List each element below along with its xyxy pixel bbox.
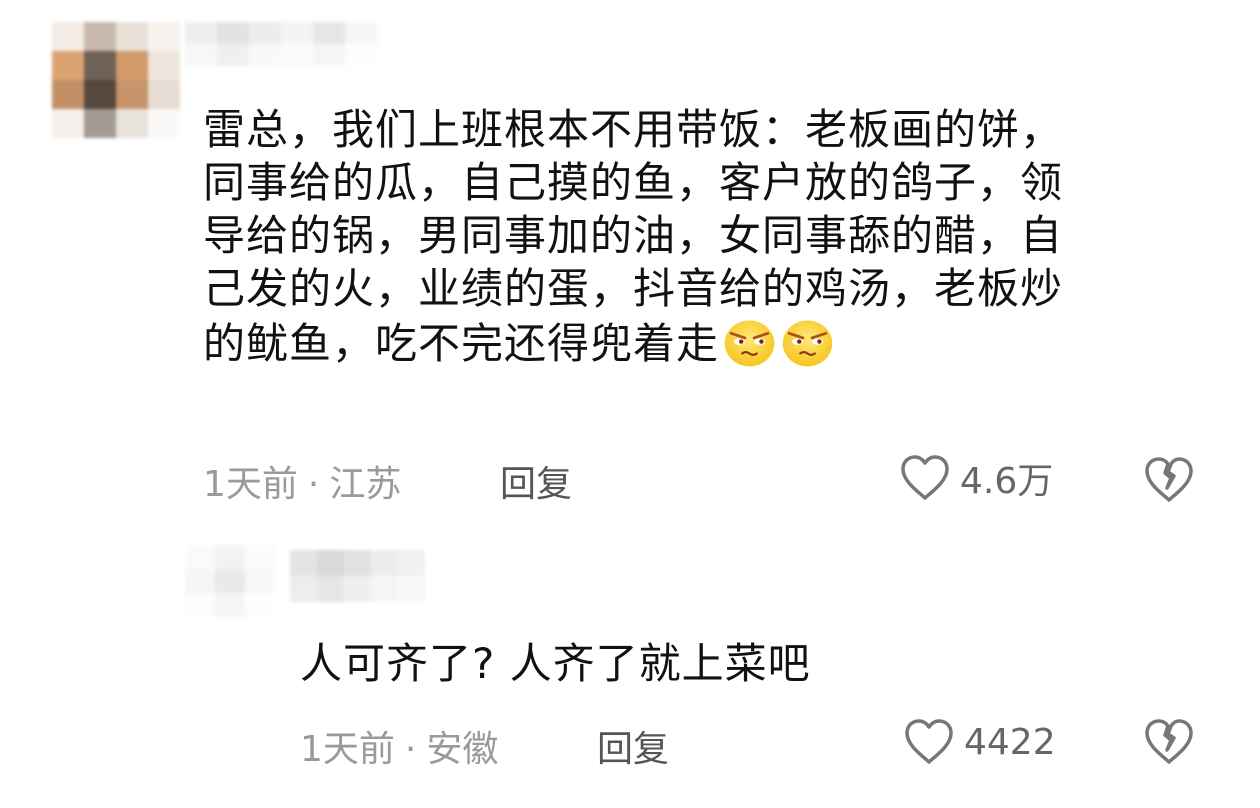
- meta-separator: ·: [307, 464, 320, 505]
- avatar[interactable]: [185, 545, 275, 617]
- comment-meta: 1天前 · 江苏: [203, 455, 401, 507]
- heart-outline-icon: [901, 455, 949, 500]
- username[interactable]: [185, 22, 377, 66]
- like-count: 4.6万: [960, 461, 1054, 502]
- comment-list: 雷总，我们上班根本不用带饭：老板画的饼， 同事给的瓜，自己摸的鱼，客户放的鸽子，…: [0, 0, 1260, 808]
- meta-separator: ·: [404, 729, 417, 770]
- broken-heart-icon[interactable]: [1143, 456, 1195, 504]
- like-count: 4422: [964, 721, 1056, 763]
- comment-time: 1天前: [203, 464, 298, 505]
- comment-time: 1天前: [300, 729, 395, 770]
- comment-text: 雷总，我们上班根本不用带饭：老板画的饼， 同事给的瓜，自己摸的鱼，客户放的鸽子，…: [203, 103, 1213, 370]
- comment-text-body: 雷总，我们上班根本不用带饭：老板画的饼， 同事给的瓜，自己摸的鱼，客户放的鸽子，…: [203, 105, 1064, 368]
- smirk-face-emoji: [782, 320, 833, 367]
- comment-meta: 1天前 · 安徽: [300, 720, 498, 772]
- comment-text: 人可齐了? 人齐了就上菜吧: [300, 639, 811, 688]
- reply-button[interactable]: 回复: [500, 455, 572, 507]
- broken-heart-icon[interactable]: [1143, 718, 1195, 766]
- comment-location: 江苏: [329, 464, 402, 505]
- like-button[interactable]: 4.6万: [898, 452, 1053, 504]
- avatar[interactable]: [52, 22, 180, 138]
- heart-outline-icon: [905, 719, 953, 764]
- reply-button[interactable]: 回复: [597, 720, 669, 772]
- comment-location: 安徽: [426, 729, 499, 770]
- username[interactable]: [290, 550, 425, 602]
- like-button[interactable]: 4422: [902, 717, 1056, 767]
- smirk-face-emoji: [724, 320, 775, 367]
